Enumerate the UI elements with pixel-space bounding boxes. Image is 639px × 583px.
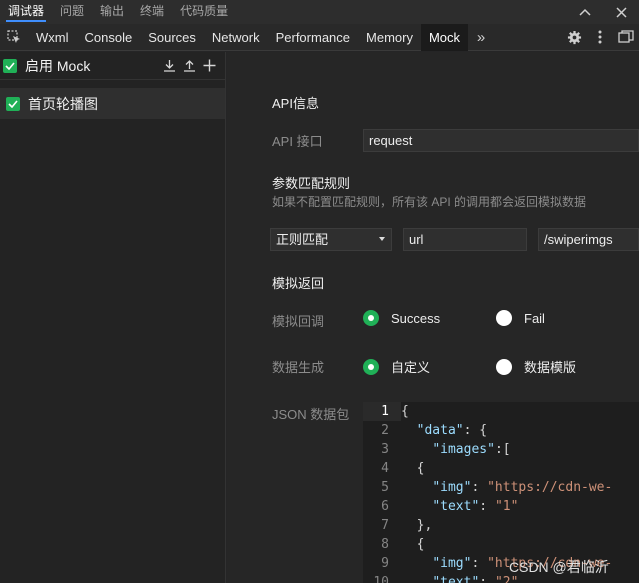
api-section-title: API信息 [272,96,319,111]
rule-label: 首页轮播图 [28,95,98,112]
devtools-tab-mock[interactable]: Mock [420,23,469,51]
radio-unchecked-icon [496,358,512,375]
code-line: 7 }, [363,516,639,535]
tool-tab[interactable]: 问题 [52,0,92,24]
json-label: JSON 数据包 [272,407,350,422]
gen-template-radio[interactable]: 数据模版 [496,357,576,376]
tool-tabs: 调试器 问题 输出 终端 代码质量 [0,0,236,24]
code-text: { [401,404,409,419]
line-number: 3 [381,442,389,457]
more-tabs-icon[interactable]: » [468,24,494,51]
devtools-tab-memory[interactable]: Memory [358,24,421,51]
code-text: }, [401,518,433,533]
match-mode-value: 正则匹配 [276,232,329,247]
devtools-tab-performance[interactable]: Performance [268,24,358,51]
radio-unchecked-icon [496,310,512,326]
enable-mock-checkbox[interactable] [3,58,17,73]
code-line: 8 { [363,535,639,554]
export-upload-icon[interactable] [179,56,199,76]
code-text: "img": "https://cdn-we- [432,480,613,495]
line-number: 8 [381,537,389,552]
line-number: 9 [381,556,389,571]
import-download-icon[interactable] [159,56,179,76]
line-number: 6 [381,499,389,514]
code-text: "text": "1" [432,499,519,514]
rule-item[interactable]: 首页轮播图 [0,88,225,119]
json-code-editor[interactable]: 1{2 "data": {3 "images":[4 {5 "img": "ht… [363,402,639,583]
tool-tab[interactable]: 代码质量 [172,0,236,24]
callback-label: 模拟回调 [272,314,325,329]
devtools-tab-network[interactable]: Network [204,24,268,51]
code-line: 3 "images":[ [363,440,639,459]
callback-fail-label: Fail [524,310,545,326]
match-pattern-input[interactable]: /swiperimgs [538,228,639,251]
tool-tabbar: 调试器 问题 输出 终端 代码质量 [0,0,639,24]
callback-success-radio[interactable]: Success [363,310,440,326]
devtools-tabs: Wxml Console Sources Network Performance Memo… [28,23,469,51]
match-section-title: 参数匹配规则 [272,176,351,191]
code-text: "data": { [416,423,488,438]
gen-custom-radio[interactable]: 自定义 [363,357,430,376]
chevron-down-icon [379,237,385,241]
dock-window-icon[interactable] [613,24,639,51]
enable-mock-label: 启用 Mock [25,57,91,74]
data-gen-label: 数据生成 [272,360,325,375]
code-line: 1{ [363,402,639,421]
callback-fail-radio[interactable]: Fail [496,310,545,326]
radio-checked-icon [363,310,379,326]
watermark: CSDN @君临沂 [509,559,609,575]
code-text: { [401,537,425,552]
return-section-title: 模拟返回 [272,276,325,291]
mock-rules-panel: 启用 Mock 首页轮播图 [0,52,226,583]
devtools-tab-console[interactable]: Console [77,24,141,51]
kebab-menu-icon[interactable] [587,24,613,51]
line-number: 7 [381,518,389,533]
settings-gear-icon[interactable] [561,24,587,51]
code-line: 2 "data": { [363,421,639,440]
inspect-element-icon[interactable] [0,24,28,51]
line-number: 10 [373,575,389,583]
tool-tab[interactable]: 调试器 [0,0,52,24]
line-number: 5 [381,480,389,495]
gen-custom-label: 自定义 [391,360,431,375]
code-line: 4 { [363,459,639,478]
line-number: 1 [363,402,401,421]
api-label: API 接口 [272,134,323,149]
gen-template-label: 数据模版 [524,360,577,375]
devtools-tabbar: Wxml Console Sources Network Performance Memo… [0,23,639,51]
rule-enable-checkbox[interactable] [6,96,20,111]
devtools-tab-wxml[interactable]: Wxml [28,24,77,51]
mock-rule-editor: API信息 API 接口 request 参数匹配规则 如果不配置匹配规则，所有… [227,52,639,583]
close-icon[interactable] [603,0,639,24]
code-text: { [401,461,425,476]
line-number: 2 [381,423,389,438]
code-text: "text": "2" [432,575,519,583]
radio-checked-icon [363,358,379,375]
code-text: "images":[ [432,442,511,457]
mock-header: 启用 Mock [0,52,225,80]
line-number: 4 [381,461,389,476]
collapse-up-icon[interactable] [567,0,603,24]
tool-tab[interactable]: 终端 [132,0,172,24]
callback-success-label: Success [391,310,441,326]
code-line: 6 "text": "1" [363,497,639,516]
tool-tab[interactable]: 输出 [92,0,132,24]
match-key-input[interactable]: url [403,228,527,251]
devtools-tab-sources[interactable]: Sources [140,24,204,51]
add-rule-icon[interactable] [199,56,219,76]
api-input[interactable]: request [363,129,639,152]
match-mode-select[interactable]: 正则匹配 [270,228,392,251]
code-line: 5 "img": "https://cdn-we- [363,478,639,497]
match-hint: 如果不配置匹配规则，所有该 API 的调用都会返回模拟数据 [272,195,587,209]
